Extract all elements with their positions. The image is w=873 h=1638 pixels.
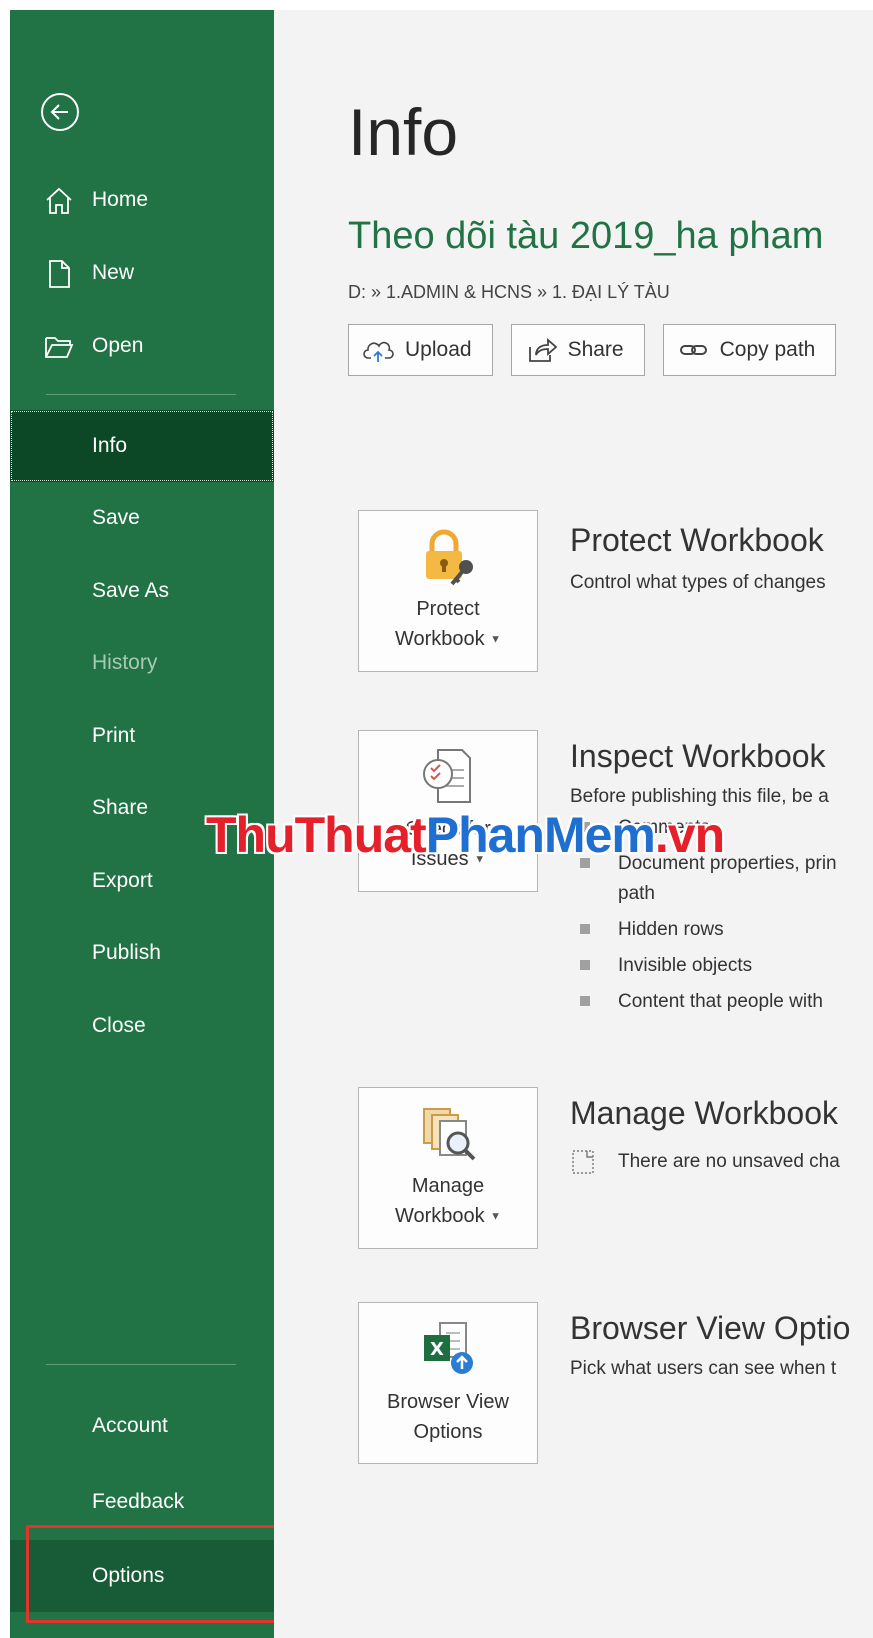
sidebar-item-label: Save — [92, 506, 140, 529]
sidebar-item-label: Account — [92, 1414, 168, 1437]
list-item: Content that people with — [570, 984, 837, 1020]
browser-view-options-button[interactable]: X Browser View Options — [358, 1302, 538, 1464]
bullet-square-icon — [580, 924, 590, 934]
list-item: path — [618, 883, 655, 904]
back-arrow-icon — [41, 93, 79, 131]
tile-label: Protect Workbook ▼ — [394, 598, 502, 651]
sidebar-item-label: Publish — [92, 941, 161, 964]
sidebar-item-label: New — [92, 261, 135, 284]
home-icon — [46, 187, 72, 214]
document-title: Theo dõi tàu 2019_ha pham — [348, 215, 824, 257]
sidebar-item-label: Save As — [92, 579, 170, 602]
section-description: Before publishing this file, be a — [570, 786, 829, 807]
protect-workbook-button[interactable]: Protect Workbook ▼ — [358, 510, 538, 672]
options-highlight-box — [26, 1525, 280, 1623]
upload-button[interactable]: Upload — [348, 324, 493, 376]
new-file-icon — [49, 260, 70, 288]
sidebar-item-open[interactable]: Open — [10, 310, 274, 382]
tile-label: Manage Workbook ▼ — [394, 1175, 502, 1228]
manage-workbook-section: Manage Workbook ▼ Manage Workbook There … — [358, 1087, 873, 1257]
inspect-workbook-section: Check for Issues ▼ Inspect Workbook Befo… — [358, 730, 873, 1030]
file-actions: Upload Share Copy path — [348, 324, 837, 376]
section-description: There are no unsaved cha — [570, 1150, 840, 1174]
back-button[interactable] — [40, 92, 80, 132]
sidebar-item-close[interactable]: Close — [10, 990, 274, 1062]
svg-text:X: X — [430, 1339, 444, 1360]
sidebar-divider — [46, 1364, 236, 1365]
tile-label: Browser View Options — [387, 1391, 509, 1443]
site-watermark: ThuThuatPhanMem.vn — [206, 807, 725, 863]
sidebar-item-label: Export — [92, 869, 153, 892]
sidebar-item-label: Share — [92, 796, 149, 819]
sidebar-item-label: Home — [92, 188, 149, 211]
chevron-down-icon: ▼ — [490, 634, 502, 646]
section-description: Pick what users can see when t — [570, 1358, 837, 1379]
sidebar-divider — [46, 394, 236, 395]
bullet-square-icon — [580, 996, 590, 1006]
section-heading: Browser View Optio — [570, 1310, 851, 1346]
document-status-icon — [572, 1150, 594, 1174]
sidebar-item-save-as[interactable]: Save As — [10, 555, 274, 627]
sidebar-item-info[interactable]: Info — [10, 410, 274, 482]
share-label: Share — [567, 338, 624, 361]
sidebar-item-history: History — [10, 627, 274, 699]
bullet-square-icon — [580, 960, 590, 970]
sidebar-item-save[interactable]: Save — [10, 482, 274, 554]
section-heading: Manage Workbook — [570, 1095, 838, 1131]
file-path-breadcrumb: D: » 1.ADMIN & HCNS » 1. ĐẠI LÝ TÀU — [348, 282, 670, 302]
sidebar-item-publish[interactable]: Publish — [10, 917, 274, 989]
copy-path-button[interactable]: Copy path — [662, 324, 837, 376]
folder-open-icon — [45, 337, 74, 358]
protect-workbook-section: Protect Workbook ▼ Protect Workbook Cont… — [358, 510, 873, 680]
sidebar-item-new[interactable]: New — [10, 237, 274, 309]
browser-view-section: X Browser View Options Browser View Opti… — [358, 1302, 873, 1472]
sidebar-item-label: Info — [92, 434, 128, 457]
section-description: Control what types of changes — [570, 572, 826, 593]
list-item: Invisible objects — [570, 948, 837, 984]
sidebar-item-print[interactable]: Print — [10, 700, 274, 772]
sidebar-item-label: Print — [92, 724, 136, 747]
section-heading: Protect Workbook — [570, 522, 824, 558]
sidebar-item-label: Feedback — [92, 1490, 185, 1513]
padlock-key-icon — [426, 529, 473, 586]
inspect-document-icon — [423, 749, 471, 804]
section-heading: Inspect Workbook — [570, 738, 826, 774]
sidebar-item-label: Close — [92, 1014, 146, 1037]
share-icon — [528, 338, 557, 362]
excel-browser-icon: X — [424, 1322, 473, 1374]
chevron-down-icon: ▼ — [490, 1211, 502, 1223]
sidebar-item-label: Open — [92, 334, 144, 357]
copy-path-label: Copy path — [719, 338, 816, 361]
list-item: Hidden rows — [570, 912, 837, 948]
sidebar-item-account[interactable]: Account — [10, 1390, 274, 1462]
cloud-upload-icon — [363, 341, 394, 362]
sidebar-item-label: History — [92, 651, 158, 674]
backstage-window: Home New Open Info Save Save As History — [10, 10, 873, 1638]
link-icon — [679, 345, 707, 355]
share-button[interactable]: Share — [510, 324, 645, 376]
upload-label: Upload — [405, 338, 472, 361]
sidebar-item-home[interactable]: Home — [10, 164, 274, 236]
manage-workbook-button[interactable]: Manage Workbook ▼ — [358, 1087, 538, 1249]
page-title: Info — [348, 95, 459, 169]
manage-documents-icon — [423, 1108, 476, 1161]
